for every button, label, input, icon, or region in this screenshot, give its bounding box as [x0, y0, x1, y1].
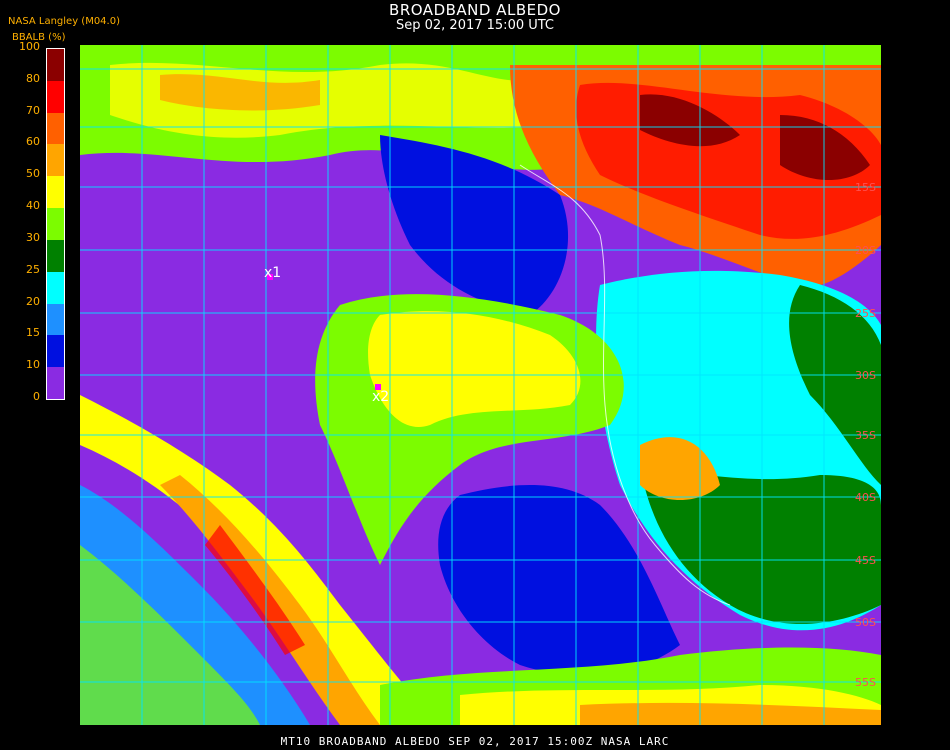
- legend-tick-label: 25: [26, 262, 40, 276]
- legend-tick-label: 10: [26, 358, 40, 372]
- legend-bin-20-25: [47, 271, 64, 304]
- legend-tick-label: 0: [33, 390, 40, 403]
- latitude-label: 55S: [855, 676, 876, 689]
- legend-bin-15-20: [47, 303, 64, 336]
- latitude-label: 30S: [855, 369, 876, 382]
- latitude-label: 20S: [855, 244, 876, 257]
- legend-bin-60-70: [47, 112, 64, 145]
- legend-tick-label: 50: [26, 167, 40, 181]
- legend-tick-label: 30: [26, 230, 40, 244]
- albedo-map-svg: 15S 20S 25S 30S 35S 40S 45S 50S 55S x1 x2: [80, 45, 881, 725]
- legend-tick-label: 100: [19, 40, 40, 53]
- legend-bin-70-80: [47, 80, 64, 113]
- legend-tick-label: 60: [26, 135, 40, 149]
- legend-bin-30-40: [47, 208, 64, 240]
- source-label: NASA Langley (M04.0): [8, 16, 120, 27]
- latitude-label: 35S: [855, 429, 876, 442]
- legend-bin-40-50: [47, 176, 64, 209]
- satellite-albedo-map: 15S 20S 25S 30S 35S 40S 45S 50S 55S x1 x2: [80, 45, 881, 725]
- marker-x1-label: x1: [264, 265, 281, 281]
- legend-tick-label: 70: [26, 103, 40, 117]
- legend-bin-25-30: [47, 239, 64, 272]
- map-title: BROADBAND ALBEDO: [389, 1, 561, 19]
- legend-tick-label: 15: [26, 326, 40, 340]
- legend-bin-80-100: [47, 49, 64, 81]
- marker-x2-label: x2: [372, 389, 389, 405]
- latitude-label: 45S: [855, 554, 876, 567]
- latitude-label: 40S: [855, 491, 876, 504]
- map-datetime: Sep 02, 2017 15:00 UTC: [395, 18, 555, 33]
- latitude-label: 50S: [855, 616, 876, 629]
- colorbar-legend: [46, 48, 65, 400]
- legend-bin-0-10: [47, 367, 64, 399]
- legend-tick-label: 20: [26, 294, 40, 308]
- latitude-label: 15S: [855, 181, 876, 194]
- legend-tick-label: 40: [26, 199, 40, 213]
- latitude-label: 25S: [855, 307, 876, 320]
- legend-bin-50-60: [47, 144, 64, 177]
- footer-caption: MT10 BROADBAND ALBEDO SEP 02, 2017 15:00…: [280, 735, 670, 748]
- legend-bin-10-15: [47, 335, 64, 368]
- legend-tick-label: 80: [26, 71, 40, 85]
